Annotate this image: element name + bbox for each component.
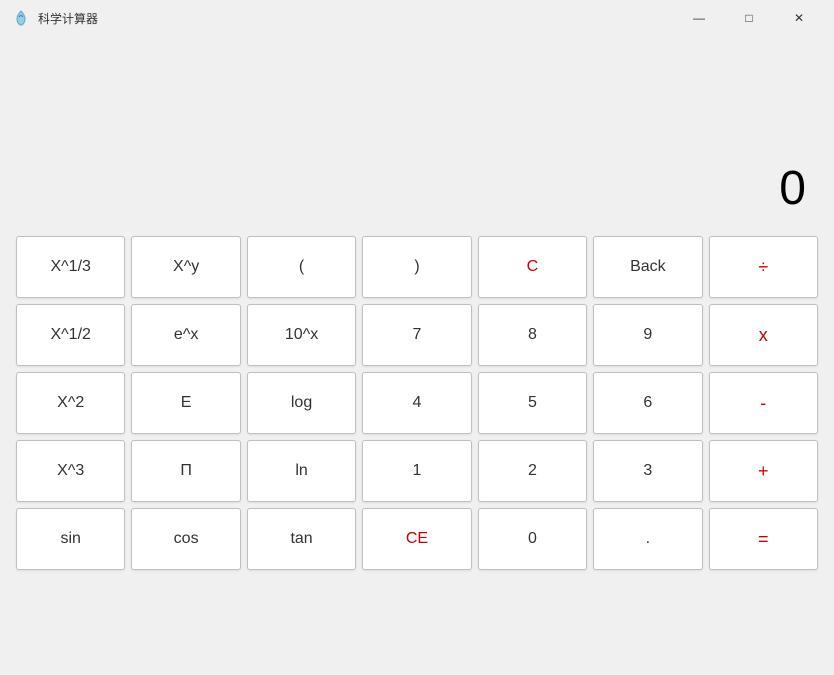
btn-subtract[interactable]: - bbox=[709, 372, 818, 434]
btn-cos[interactable]: cos bbox=[131, 508, 240, 570]
btn-7[interactable]: 7 bbox=[362, 304, 471, 366]
btn-back[interactable]: Back bbox=[593, 236, 702, 298]
close-button[interactable]: ✕ bbox=[776, 3, 822, 33]
button-grid: X^1/3X^y()CBack÷ X^1/2e^x10^x789x X^2Elog4… bbox=[16, 236, 818, 570]
app-title: 科学计算器 bbox=[38, 10, 98, 27]
btn-sin[interactable]: sin bbox=[16, 508, 125, 570]
maximize-button[interactable]: □ bbox=[726, 3, 772, 33]
btn-10pow[interactable]: 10^x bbox=[247, 304, 356, 366]
btn-add[interactable]: + bbox=[709, 440, 818, 502]
btn-4[interactable]: 4 bbox=[362, 372, 471, 434]
btn-open-paren[interactable]: ( bbox=[247, 236, 356, 298]
calculator-body: X^1/3X^y()CBack÷ X^1/2e^x10^x789x X^2Elog4… bbox=[0, 236, 834, 586]
btn-equals[interactable]: = bbox=[709, 508, 818, 570]
btn-divide[interactable]: ÷ bbox=[709, 236, 818, 298]
title-bar: 科学计算器 — □ ✕ bbox=[0, 0, 834, 36]
btn-e[interactable]: E bbox=[131, 372, 240, 434]
btn-9[interactable]: 9 bbox=[593, 304, 702, 366]
btn-exp[interactable]: e^x bbox=[131, 304, 240, 366]
btn-dot[interactable]: . bbox=[593, 508, 702, 570]
btn-3[interactable]: 3 bbox=[593, 440, 702, 502]
btn-x-cube[interactable]: X^3 bbox=[16, 440, 125, 502]
btn-0[interactable]: 0 bbox=[478, 508, 587, 570]
btn-multiply[interactable]: x bbox=[709, 304, 818, 366]
btn-ln[interactable]: ln bbox=[247, 440, 356, 502]
btn-pi[interactable]: Π bbox=[131, 440, 240, 502]
btn-5[interactable]: 5 bbox=[478, 372, 587, 434]
btn-8[interactable]: 8 bbox=[478, 304, 587, 366]
btn-2[interactable]: 2 bbox=[478, 440, 587, 502]
btn-ce[interactable]: CE bbox=[362, 508, 471, 570]
btn-x-pow-y[interactable]: X^y bbox=[131, 236, 240, 298]
btn-1[interactable]: 1 bbox=[362, 440, 471, 502]
window-controls: — □ ✕ bbox=[676, 3, 822, 33]
btn-6[interactable]: 6 bbox=[593, 372, 702, 434]
display-area: 0 bbox=[0, 36, 834, 236]
btn-sqrt[interactable]: X^1/2 bbox=[16, 304, 125, 366]
display-value: 0 bbox=[779, 161, 806, 216]
btn-close-paren[interactable]: ) bbox=[362, 236, 471, 298]
btn-clear[interactable]: C bbox=[478, 236, 587, 298]
app-icon bbox=[12, 9, 30, 27]
btn-tan[interactable]: tan bbox=[247, 508, 356, 570]
btn-log[interactable]: log bbox=[247, 372, 356, 434]
btn-x-cbrt[interactable]: X^1/3 bbox=[16, 236, 125, 298]
minimize-button[interactable]: — bbox=[676, 3, 722, 33]
btn-x-sq[interactable]: X^2 bbox=[16, 372, 125, 434]
